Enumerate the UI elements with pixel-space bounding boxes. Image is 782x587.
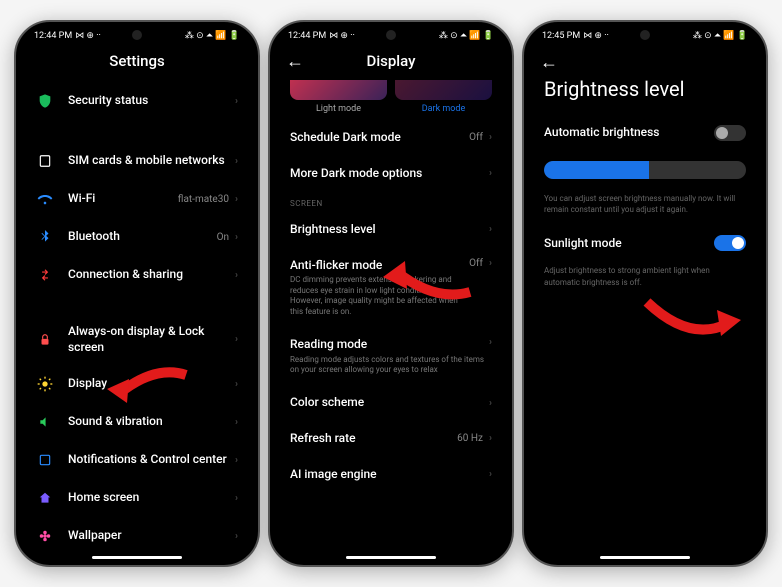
wifi-icon [36,190,54,208]
chevron-right-icon: › [235,417,238,428]
item-sound-vibration[interactable]: Sound & vibration › [24,403,250,441]
toggle-sunlight-mode[interactable] [714,235,746,251]
home-indicator[interactable] [92,556,182,559]
chevron-right-icon: › [235,96,238,107]
chevron-right-icon: › [235,194,238,205]
header: Settings [16,46,258,80]
phone-settings: 12:44 PM ⋈ ⊕ ·· ⁂ ⊙ ⏶ 📶 🔋 Settings Secur… [14,20,260,567]
chevron-right-icon: › [235,493,238,504]
chevron-right-icon: › [489,132,492,143]
lock-icon [36,331,54,349]
item-anti-flicker[interactable]: Anti-flicker mode DC dimming prevents ex… [278,248,504,327]
hint-manual: You can adjust screen brightness manuall… [524,189,766,225]
item-wifi[interactable]: Wi-Fi flat-mate30 › [24,180,250,218]
chevron-right-icon: › [235,232,238,243]
item-connection-sharing[interactable]: Connection & sharing › [24,256,250,294]
bluetooth-icon [36,228,54,246]
item-brightness-level[interactable]: Brightness level › [278,212,504,248]
share-icon [36,266,54,284]
item-automatic-brightness[interactable]: Automatic brightness [524,115,766,151]
camera-notch [132,30,142,40]
item-reading-mode[interactable]: Reading mode Reading mode adjusts colors… [278,327,504,385]
item-security-status[interactable]: Security status › [24,80,250,122]
back-button[interactable]: ← [540,52,558,73]
chevron-right-icon: › [235,334,238,345]
header: ← Display [270,46,512,80]
phone-display: 12:44 PM ⋈ ⊕ ·· ⁂ ⊙ ⏶ 📶 🔋 ← Display Ligh… [268,20,514,567]
light-mode-card[interactable]: Light mode [290,80,387,114]
status-time: 12:45 PM [542,31,580,41]
item-color-scheme[interactable]: Color scheme › [278,385,504,421]
light-mode-thumb [290,80,387,100]
chevron-right-icon: › [235,531,238,542]
camera-notch [386,30,396,40]
dark-mode-thumb [395,80,492,100]
home-indicator[interactable] [600,556,690,559]
brightness-content: Automatic brightness You can adjust scre… [524,115,766,565]
chevron-right-icon: › [235,156,238,167]
page-title: Settings [109,52,165,70]
page-title: Display [367,52,416,70]
display-list[interactable]: Light mode Dark mode Schedule Dark mode … [270,80,512,565]
status-right-icons: ⁂ ⊙ ⏶ 📶 🔋 [185,31,240,41]
status-time: 12:44 PM [288,31,326,41]
item-sunlight-mode[interactable]: Sunlight mode [524,225,766,261]
item-schedule-dark-mode[interactable]: Schedule Dark mode Off › [278,120,504,156]
settings-list[interactable]: Security status › SIM cards & mobile net… [16,80,258,565]
item-notifications[interactable]: Notifications & Control center › [24,441,250,479]
hint-sunlight: Adjust brightness to strong ambient ligh… [524,261,766,297]
brightness-slider[interactable] [524,151,766,189]
brightness-icon [36,375,54,393]
home-icon [36,489,54,507]
theme-mode-row: Light mode Dark mode [278,80,504,120]
shield-icon [36,92,54,110]
camera-notch [640,30,650,40]
chevron-right-icon: › [489,337,492,348]
sim-icon [36,152,54,170]
status-left-icons: ⋈ ⊕ ·· [75,31,101,41]
item-refresh-rate[interactable]: Refresh rate 60 Hz › [278,421,504,457]
toggle-automatic-brightness[interactable] [714,125,746,141]
back-button[interactable]: ← [286,51,304,72]
home-indicator[interactable] [346,556,436,559]
item-always-on-display[interactable]: Always-on display & Lock screen › [24,314,250,365]
chevron-right-icon: › [489,168,492,179]
wifi-value: flat-mate30 [178,194,229,205]
phone-brightness: 12:45 PM ⋈ ⊕ ·· ⁂ ⊙ ⏶ 📶 🔋 ← Brightness l… [522,20,768,567]
item-more-dark-mode[interactable]: More Dark mode options › [278,156,504,192]
control-center-icon [36,451,54,469]
flower-icon [36,527,54,545]
chevron-right-icon: › [489,433,492,444]
item-ai-image-engine[interactable]: AI image engine › [278,457,504,493]
status-time: 12:44 PM [34,31,72,41]
chevron-right-icon: › [489,469,492,480]
item-home-screen[interactable]: Home screen › [24,479,250,517]
item-bluetooth[interactable]: Bluetooth On › [24,218,250,256]
header: ← [524,46,766,77]
chevron-right-icon: › [489,224,492,235]
bluetooth-value: On [217,232,229,243]
dark-mode-card[interactable]: Dark mode [395,80,492,114]
chevron-right-icon: › [489,398,492,409]
item-display[interactable]: Display › [24,365,250,403]
section-label-screen: SCREEN [278,191,504,212]
item-wallpaper[interactable]: Wallpaper › [24,517,250,555]
item-sim-cards[interactable]: SIM cards & mobile networks › [24,142,250,180]
speaker-icon [36,413,54,431]
chevron-right-icon: › [235,455,238,466]
page-title: Brightness level [524,77,766,115]
chevron-right-icon: › [235,379,238,390]
chevron-right-icon: › [235,270,238,281]
chevron-right-icon: › [489,258,492,269]
